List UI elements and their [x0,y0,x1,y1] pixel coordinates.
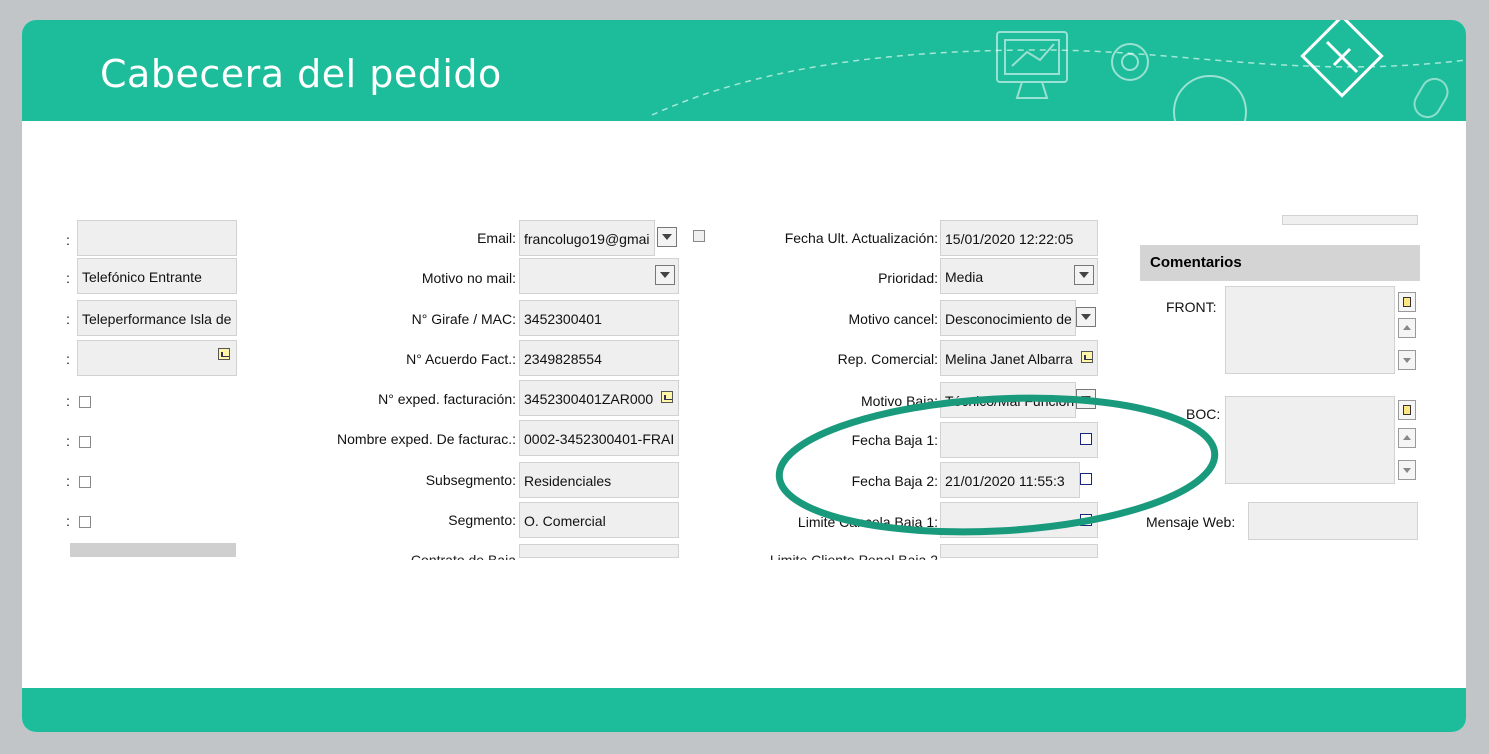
subsegmento-field[interactable]: Residenciales [519,462,679,498]
left-row-3-label: : [66,311,70,327]
nombre-exped-label: Nombre exped. De facturac.: [337,431,516,447]
slide: Cabecera del pedido:: Telefónico Entra… [22,20,1466,732]
rep-comercial-label: Rep. Comercial: [837,351,938,367]
motivo-cancel-field[interactable]: Desconocimiento de [940,300,1076,336]
motivo-no-mail-label: Motivo no mail: [421,270,516,286]
email-label: Email: [477,230,516,246]
left-gray-bar [70,543,236,557]
fecha-ult-field[interactable]: 15/01/2020 12:22:05 [940,220,1098,256]
left-row-6-label: : [66,433,70,449]
motivo-cancel-label: Motivo cancel: [848,311,938,327]
boc-textarea[interactable] [1225,396,1395,484]
front-label: FRONT: [1166,299,1217,315]
cut-off-field [519,544,679,558]
boc-note-icon[interactable] [1398,400,1416,420]
exped-lookup-icon[interactable] [661,391,673,403]
highlight-ellipse [775,394,1219,536]
cut-off-label: Contrato de Baja [410,552,516,560]
left-row-6-checkbox[interactable] [79,436,91,448]
boc-scroll-up-button[interactable] [1398,428,1416,448]
left-row-5-label: : [66,393,70,409]
girafe-field[interactable]: 3452300401 [519,300,679,336]
left-row-2-label: : [66,270,70,286]
left-row-1-field[interactable] [77,220,237,256]
rep-comercial-lookup-icon[interactable] [1081,351,1093,363]
prioridad-dropdown-button[interactable] [1074,265,1094,285]
email-field[interactable]: francolugo19@gmai [519,220,655,256]
left-row-7-checkbox[interactable] [79,476,91,488]
left-row-4-label: : [66,351,70,367]
cut-off-label-right: Limite Cliente Penal Baja 2 [769,552,938,560]
left-row-7-label: : [66,473,70,489]
nombre-exped-field[interactable]: 0002-3452300401-FRAI [519,420,679,456]
lookup-icon[interactable] [218,348,230,360]
email-checkbox[interactable] [693,230,705,242]
top-right-field [1282,215,1418,225]
exped-field[interactable]: 3452300401ZAR000 [519,380,679,416]
motivo-no-mail-dropdown-button[interactable] [655,265,675,285]
subsegmento-label: Subsegmento: [425,472,516,488]
segmento-field[interactable]: O. Comercial [519,502,679,538]
acuerdo-label: N° Acuerdo Fact.: [406,351,516,367]
rep-comercial-field[interactable]: Melina Janet Albarra [940,340,1098,376]
front-note-icon[interactable] [1398,292,1416,312]
front-scroll-up-button[interactable] [1398,318,1416,338]
mensaje-web-field[interactable] [1248,502,1418,540]
left-row-5-checkbox[interactable] [79,396,91,408]
comments-header: Comentarios [1140,245,1420,281]
front-textarea[interactable] [1225,286,1395,374]
left-row-2-field[interactable]: Telefónico Entrante [77,258,237,294]
left-row-8-checkbox[interactable] [79,516,91,528]
front-scroll-down-button[interactable] [1398,350,1416,370]
motivo-cancel-dropdown-button[interactable] [1076,307,1096,327]
left-row-4-field[interactable] [77,340,237,376]
crm-form-screenshot: : : Telefónico Entrante : Teleperformanc… [22,20,1466,732]
fecha-ult-label: Fecha Ult. Actualización: [784,230,938,246]
email-dropdown-button[interactable] [657,227,677,247]
segmento-label: Segmento: [448,512,516,528]
left-row-1-label: : [66,232,70,248]
prioridad-label: Prioridad: [878,270,938,286]
left-row-8-label: : [66,513,70,529]
girafe-label: N° Girafe / MAC: [411,311,516,327]
acuerdo-field[interactable]: 2349828554 [519,340,679,376]
boc-scroll-down-button[interactable] [1398,460,1416,480]
slide-footer [22,688,1466,732]
exped-label: N° exped. facturación: [378,391,516,407]
left-row-3-field[interactable]: Teleperformance Isla de [77,300,237,336]
